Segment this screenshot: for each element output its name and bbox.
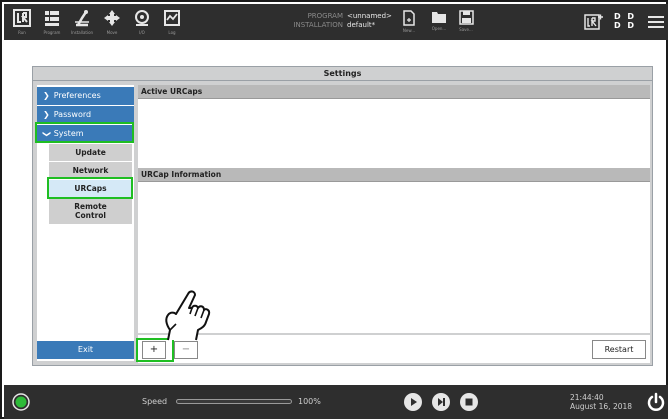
nav-preferences[interactable]: ❯ Preferences xyxy=(37,87,134,105)
app-window: Run Program Installation Move I/O Log PR… xyxy=(0,0,668,419)
nav-run-button[interactable]: Run xyxy=(8,4,36,40)
nav-system-label: System xyxy=(53,129,84,138)
chevron-right-icon: ❯ xyxy=(43,110,50,119)
nav-network-label: Network xyxy=(72,166,109,175)
open-button[interactable]: Open... xyxy=(427,4,451,40)
top-toolbar: Run Program Installation Move I/O Log PR… xyxy=(4,4,668,40)
nav-log-button[interactable]: Log xyxy=(158,4,186,40)
installation-value: default* xyxy=(347,21,376,29)
settings-title: Settings xyxy=(33,67,652,81)
bottom-status-bar: Speed 100% 21:44:40 August 16, 2018 xyxy=(4,385,668,419)
nav-password[interactable]: ❯ Password xyxy=(37,106,134,124)
save-icon xyxy=(458,10,474,25)
nav-installation-label: Installation xyxy=(70,30,94,35)
program-key: PROGRAM xyxy=(307,12,343,20)
move-icon xyxy=(104,10,120,26)
open-label: Open... xyxy=(431,26,447,31)
ur-plus-icon[interactable] xyxy=(584,14,604,30)
nav-update-label: Update xyxy=(75,148,106,157)
nav-installation-button[interactable]: Installation xyxy=(68,4,96,40)
settings-nav: ❯ Preferences ❯ Password ❯ System Update… xyxy=(37,85,134,361)
nav-remote-label-2: Control xyxy=(74,211,106,220)
new-file-icon xyxy=(403,10,415,26)
clock-date: August 16, 2018 xyxy=(570,402,633,411)
program-value: <unnamed> xyxy=(347,12,392,20)
save-label: Save... xyxy=(459,27,473,32)
urcap-info-header: URCap Information xyxy=(138,168,650,182)
nav-remote-label-1: Remote xyxy=(74,202,107,211)
open-folder-icon xyxy=(432,12,446,23)
exit-button[interactable]: Exit xyxy=(37,341,134,359)
ur-logo-icon xyxy=(13,9,31,27)
nav-urcaps[interactable]: URCaps xyxy=(49,180,132,197)
new-label: New... xyxy=(402,28,416,33)
nav-network[interactable]: Network xyxy=(49,162,132,179)
nav-password-label: Password xyxy=(53,110,92,119)
nav-system[interactable]: ❯ System xyxy=(37,125,134,143)
nav-remote-control[interactable]: Remote Control xyxy=(49,198,132,224)
nav-move-button[interactable]: Move xyxy=(98,4,126,40)
nav-program-label: Program xyxy=(43,30,61,35)
remove-urcap-button[interactable]: − xyxy=(174,341,198,359)
restart-button[interactable]: Restart xyxy=(592,340,646,359)
installation-key: INSTALLATION xyxy=(293,21,343,29)
nav-program-button[interactable]: Program xyxy=(38,4,66,40)
nav-log-label: Log xyxy=(168,30,176,35)
chevron-down-icon: ❯ xyxy=(42,130,52,138)
nav-io-button[interactable]: I/O xyxy=(128,4,156,40)
clock: 21:44:40 August 16, 2018 xyxy=(570,393,632,411)
robot-status-icon[interactable] xyxy=(12,393,30,411)
program-icon xyxy=(45,11,59,26)
clock-time: 21:44:40 xyxy=(570,393,604,402)
settings-panel: Settings ❯ Preferences ❯ Password ❯ Syst… xyxy=(32,66,653,366)
chevron-right-icon: ❯ xyxy=(43,91,50,100)
nav-io-label: I/O xyxy=(139,30,145,35)
nav-move-label: Move xyxy=(106,30,118,35)
installation-icon xyxy=(75,10,89,27)
mode-indicator[interactable]: D DD D xyxy=(614,12,636,30)
nav-run-label: Run xyxy=(18,30,26,35)
new-button[interactable]: New... xyxy=(397,4,421,40)
speed-slider[interactable] xyxy=(176,399,292,404)
hamburger-menu-icon[interactable] xyxy=(648,15,664,29)
play-icon[interactable] xyxy=(404,393,422,411)
log-icon xyxy=(164,10,180,26)
nav-preferences-label: Preferences xyxy=(53,91,101,100)
add-urcap-button[interactable]: + xyxy=(142,341,166,359)
pointing-hand-icon xyxy=(165,290,211,341)
io-icon xyxy=(135,10,149,26)
save-button[interactable]: Save... xyxy=(454,4,478,40)
stop-icon[interactable] xyxy=(460,393,478,411)
step-icon[interactable] xyxy=(432,393,450,411)
nav-urcaps-label: URCaps xyxy=(74,184,107,193)
nav-update[interactable]: Update xyxy=(49,144,132,161)
active-urcaps-header: Active URCaps xyxy=(138,85,650,99)
speed-value: 100% xyxy=(298,397,321,406)
power-icon[interactable] xyxy=(646,392,666,412)
speed-label: Speed xyxy=(142,397,168,406)
program-info: PROGRAM <unnamed> INSTALLATION default* xyxy=(291,12,392,30)
